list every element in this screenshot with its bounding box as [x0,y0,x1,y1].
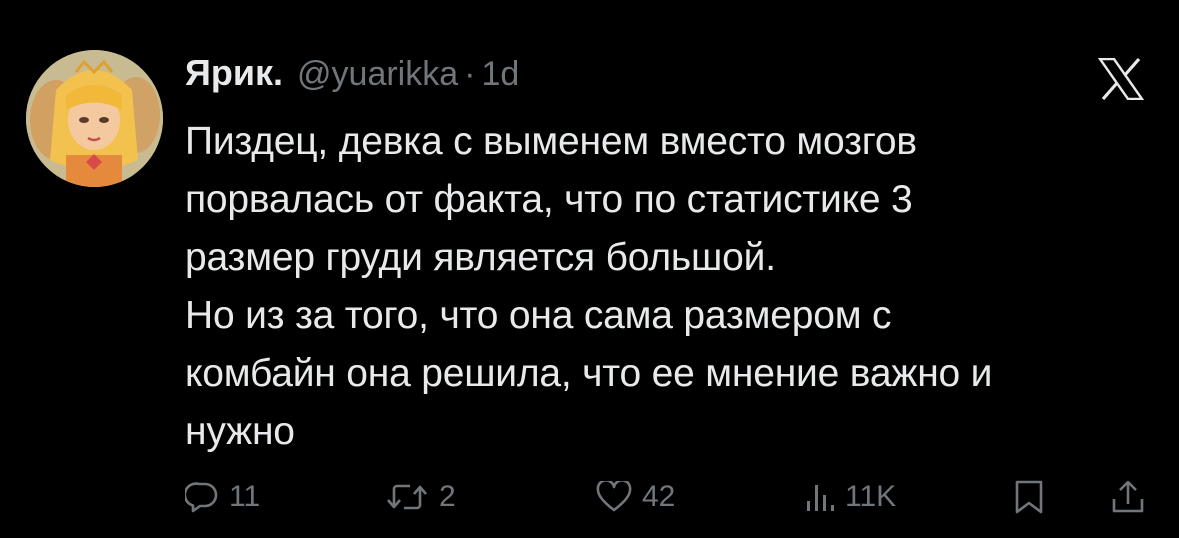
retweet-count: 2 [439,480,456,513]
views-button[interactable]: 11K [805,472,896,522]
tweet-card: Ярик. @yuarikka · 1d Пиздец, девка с вым… [0,0,1179,538]
user-handle[interactable]: @yuarikka [297,55,458,94]
reply-button[interactable]: 11 [185,472,260,522]
x-logo-icon [1097,57,1145,101]
bookmark-icon [1014,479,1044,515]
like-button[interactable]: 42 [596,472,675,522]
avatar-image [26,50,163,187]
like-count: 42 [642,480,676,513]
views-icon [805,481,835,513]
tweet-text: Пиздец, девка с выменем вместо мозгов по… [185,120,993,453]
retweet-button[interactable]: 2 [385,472,456,522]
reply-icon [185,481,219,513]
tweet-actions: 11 2 42 11K [185,472,1155,522]
views-count: 11K [845,480,897,513]
display-name[interactable]: Ярик. [185,52,283,94]
retweet-icon [385,481,429,513]
reply-count: 11 [229,480,261,513]
tweet-header: Ярик. @yuarikka · 1d [185,52,519,96]
heart-icon [596,481,632,513]
share-icon [1111,479,1145,515]
separator-dot: · [464,55,476,93]
share-button[interactable] [1111,472,1145,522]
timestamp[interactable]: 1d [481,55,519,94]
avatar[interactable] [26,50,163,187]
bookmark-button[interactable] [1014,472,1044,522]
